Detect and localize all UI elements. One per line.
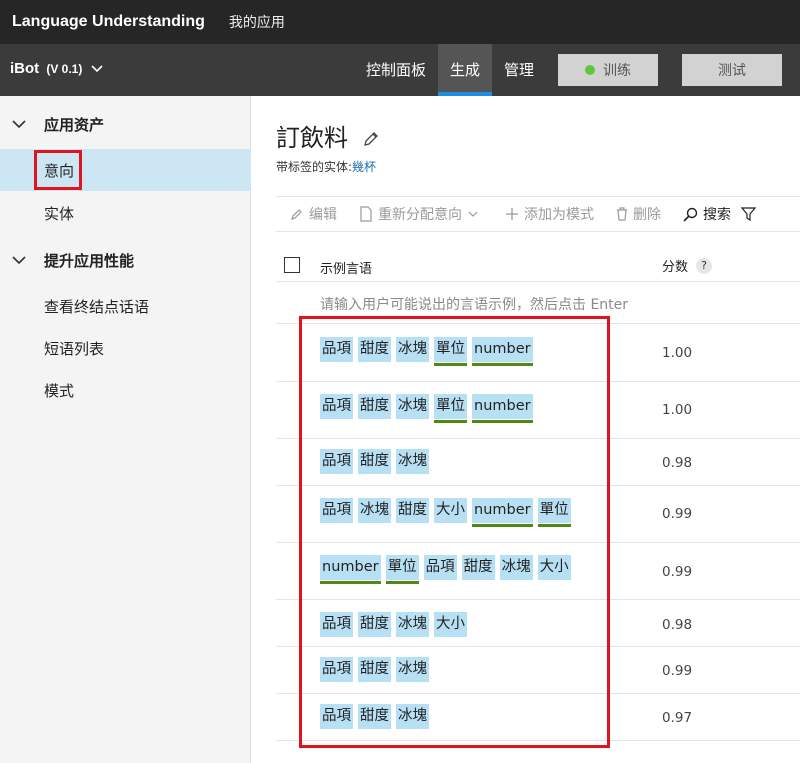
app-version: (V 0.1) — [46, 62, 83, 76]
reassign-label: 重新分配意向 — [378, 207, 462, 223]
filter-icon — [741, 207, 756, 221]
tab-build[interactable]: 生成 — [438, 44, 492, 96]
search-button[interactable]: 搜索 — [683, 204, 731, 224]
brand-title[interactable]: Language Understanding — [12, 13, 205, 31]
app-bar: iBot (V 0.1) 控制面板 生成 管理 训练 测试 — [0, 44, 800, 96]
intent-title: 訂飲料 — [276, 118, 380, 153]
labeled-entities: 带标签的实体:幾杯 — [276, 158, 376, 175]
test-button[interactable]: 测试 — [682, 54, 782, 86]
highlight-box — [299, 316, 610, 748]
app-name: iBot — [10, 60, 40, 77]
toolbar: 编辑 重新分配意向 添加为模式 删除 搜索 — [276, 196, 800, 232]
sidebar: 应用资产 意向 实体 提升应用性能 查看终结点话语 短语列表 模式 — [0, 96, 251, 763]
score-value: 1.00 — [662, 402, 693, 418]
app-switcher[interactable]: iBot (V 0.1) — [10, 60, 103, 77]
score-label: 分数 — [662, 260, 689, 275]
train-label: 训练 — [603, 62, 631, 78]
labeled-entities-prefix: 带标签的实体: — [276, 160, 353, 174]
sidebar-item-review-endpoint[interactable]: 查看终结点话语 — [0, 285, 251, 327]
score-value: 0.97 — [662, 710, 693, 726]
trash-icon — [617, 207, 627, 221]
delete-button[interactable]: 删除 — [616, 204, 661, 224]
help-icon[interactable]: ? — [696, 257, 713, 274]
filter-button[interactable] — [741, 207, 761, 221]
reassign-intent-button[interactable]: 重新分配意向 — [359, 204, 483, 224]
table-header: 示例言语 分数 ? — [276, 246, 800, 282]
new-utterance-input[interactable]: 请输入用户可能说出的言语示例，然后点击 Enter — [320, 294, 628, 314]
sidebar-item-phrase-lists[interactable]: 短语列表 — [0, 327, 251, 369]
column-header-utterance[interactable]: 示例言语 — [320, 258, 372, 277]
chevron-down-icon — [90, 65, 103, 73]
entity-link[interactable]: 幾杯 — [352, 160, 376, 174]
train-button[interactable]: 训练 — [558, 54, 658, 86]
section-label: 应用资产 — [44, 115, 105, 134]
sidebar-section-app-assets[interactable]: 应用资产 — [0, 104, 251, 144]
select-all-checkbox[interactable] — [284, 257, 300, 273]
document-icon — [360, 206, 372, 222]
score-value: 0.99 — [662, 663, 693, 679]
score-value: 0.99 — [662, 506, 693, 522]
train-status-dot-icon — [585, 65, 595, 75]
selection-highlight-box — [34, 150, 82, 190]
tab-manage[interactable]: 管理 — [494, 44, 544, 96]
plus-icon — [506, 208, 518, 220]
chevron-down-icon — [12, 256, 26, 265]
sidebar-section-improve-performance[interactable]: 提升应用性能 — [0, 240, 251, 280]
edit-button[interactable]: 编辑 — [290, 204, 337, 224]
intent-name: 訂飲料 — [276, 124, 348, 152]
score-value: 0.99 — [662, 564, 693, 580]
pencil-icon[interactable] — [362, 130, 380, 148]
top-bar: Language Understanding 我的应用 — [0, 0, 800, 44]
search-icon — [683, 207, 698, 222]
column-header-score[interactable]: 分数 ? — [662, 256, 713, 275]
score-value: 0.98 — [662, 617, 693, 633]
score-value: 1.00 — [662, 345, 693, 361]
search-label: 搜索 — [703, 207, 731, 223]
tab-dashboard[interactable]: 控制面板 — [356, 44, 436, 96]
section-label: 提升应用性能 — [44, 251, 135, 270]
sidebar-item-entities[interactable]: 实体 — [0, 192, 251, 234]
sidebar-item-patterns[interactable]: 模式 — [0, 369, 251, 411]
add-pattern-label: 添加为模式 — [524, 207, 594, 223]
my-apps-link[interactable]: 我的应用 — [229, 12, 285, 32]
chevron-down-icon — [12, 120, 26, 129]
score-value: 0.98 — [662, 455, 693, 471]
edit-label: 编辑 — [309, 207, 337, 223]
delete-label: 删除 — [633, 207, 661, 223]
pencil-icon — [291, 209, 302, 220]
add-as-pattern-button[interactable]: 添加为模式 — [505, 204, 594, 224]
chevron-down-icon — [468, 211, 478, 217]
